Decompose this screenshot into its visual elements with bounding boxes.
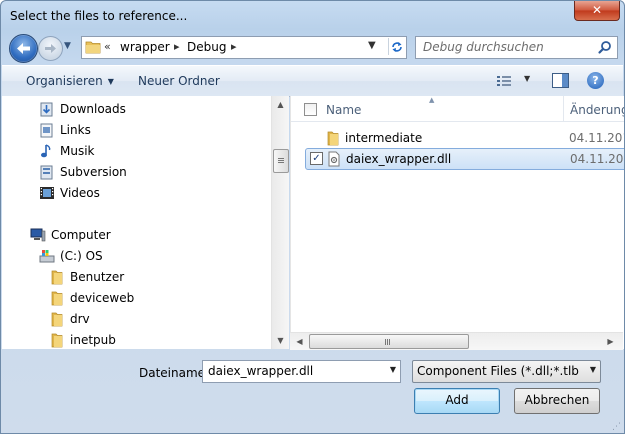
- forward-arrow-icon: [45, 44, 56, 53]
- close-button[interactable]: ✕: [574, 1, 620, 21]
- music-icon: [41, 144, 51, 158]
- folder-icon: [327, 131, 339, 146]
- scroll-left-icon[interactable]: ◀: [291, 333, 308, 350]
- navigation-pane: Downloads Links Musik Subversion Videos …: [2, 96, 289, 349]
- search-input[interactable]: Debug durchsuchen: [423, 40, 544, 54]
- folder-icon: [85, 41, 101, 54]
- file-date: 04.11.2010: [569, 131, 624, 145]
- scroll-down-icon[interactable]: ▼: [272, 332, 289, 349]
- organize-menu[interactable]: Organisieren ▼: [26, 74, 114, 88]
- nav-label: Links: [60, 123, 91, 137]
- folder-icon: [51, 291, 63, 306]
- grip-line: [278, 158, 284, 159]
- refresh-icon: [392, 42, 402, 52]
- chevron-right-icon[interactable]: ▸: [174, 40, 180, 53]
- refresh-button[interactable]: [388, 38, 405, 55]
- column-date[interactable]: Änderung: [570, 103, 624, 117]
- chevron-down-icon: ▼: [107, 77, 114, 86]
- scroll-up-icon[interactable]: ▲: [272, 96, 289, 113]
- file-date: 04.11.2010: [570, 152, 624, 166]
- back-button[interactable]: [9, 34, 38, 63]
- file-row-daiex-wrapper[interactable]: ✓ daiex_wrapper.dll 04.11.2010: [305, 148, 624, 170]
- new-folder-button[interactable]: Neuer Ordner: [138, 74, 220, 88]
- dll-file-icon: [328, 151, 340, 167]
- cancel-button[interactable]: Abbrechen: [514, 388, 600, 414]
- nav-label: drv: [70, 312, 90, 326]
- filename-field[interactable]: daiex_wrapper.dll ▼: [202, 360, 401, 383]
- grip-line: [385, 339, 386, 345]
- file-type-select[interactable]: Component Files (*.dll;*.tlb;*.ol ▼: [412, 360, 601, 383]
- subversion-icon: [40, 165, 53, 180]
- views-button[interactable]: ▼: [496, 74, 532, 88]
- command-bar: Organisieren ▼ Neuer Ordner ▼ ?: [2, 65, 623, 97]
- organize-label: Organisieren: [26, 74, 103, 88]
- file-list: ▲ Name Änderung intermediate 04.11.2010 …: [290, 96, 624, 349]
- column-header: ▲ Name Änderung: [291, 96, 624, 122]
- grip-line: [387, 339, 388, 345]
- nav-label: deviceweb: [70, 291, 135, 305]
- nav-label: Downloads: [60, 102, 126, 116]
- address-dropdown-icon[interactable]: ▼: [368, 40, 376, 51]
- dialog-footer: Dateiname: daiex_wrapper.dll ▼ Component…: [1, 350, 624, 433]
- filename-value[interactable]: daiex_wrapper.dll: [208, 364, 313, 378]
- file-name: intermediate: [345, 131, 423, 145]
- file-name: daiex_wrapper.dll: [346, 152, 452, 166]
- breadcrumb-wrapper[interactable]: wrapper: [120, 40, 170, 54]
- drive-icon: [39, 250, 55, 263]
- sort-ascending-icon: ▲: [429, 96, 435, 104]
- file-list-scrollbar[interactable]: ◀ ▶: [290, 332, 623, 350]
- scrollbar-thumb[interactable]: [273, 149, 289, 173]
- breadcrumb-debug[interactable]: Debug: [187, 40, 226, 54]
- resize-grip-icon[interactable]: ⋰: [612, 422, 622, 432]
- address-bar[interactable]: « wrapper ▸ Debug ▸ ▼: [81, 36, 407, 59]
- videos-icon: [40, 187, 54, 199]
- folder-icon: [51, 333, 63, 348]
- window-title: Select the files to reference...: [10, 9, 188, 23]
- grip-line: [278, 160, 284, 161]
- downloads-icon: [40, 102, 53, 117]
- column-name[interactable]: Name: [326, 103, 361, 117]
- preview-pane-icon[interactable]: [552, 73, 569, 88]
- nav-label: Musik: [60, 144, 95, 158]
- list-view-icon: [497, 76, 511, 86]
- chevron-right-icon[interactable]: ▸: [231, 40, 237, 53]
- add-button[interactable]: Add: [414, 388, 500, 414]
- folder-icon: [51, 270, 63, 285]
- links-icon: [40, 123, 53, 138]
- file-dialog-window: Select the files to reference... ✕ ▼ « w…: [0, 0, 625, 434]
- row-checkbox[interactable]: ✓: [310, 152, 323, 165]
- navigation-scrollbar[interactable]: ▲ ▼: [271, 96, 289, 349]
- chevron-down-icon: ▼: [524, 74, 531, 83]
- nav-label: inetpub: [70, 333, 116, 347]
- folder-icon: [51, 312, 63, 327]
- navigation-bar: ▼ « wrapper ▸ Debug ▸ ▼ Debug durchsuche…: [1, 31, 624, 63]
- nav-label: Benutzer: [70, 270, 125, 284]
- back-arrow-icon: [17, 43, 30, 54]
- nav-label: Computer: [51, 228, 111, 242]
- scrollbar-thumb[interactable]: [309, 334, 469, 349]
- nav-label: (C:) OS: [60, 249, 103, 263]
- grip-line: [278, 162, 284, 163]
- file-row-intermediate[interactable]: intermediate 04.11.2010: [305, 128, 624, 148]
- forward-button[interactable]: [38, 36, 63, 61]
- nav-label: Subversion: [60, 165, 127, 179]
- title-bar: Select the files to reference... ✕: [1, 1, 624, 31]
- grip-line: [389, 339, 390, 345]
- history-dropdown-icon[interactable]: ▼: [64, 41, 74, 51]
- nav-label: Videos: [60, 186, 100, 200]
- chevron-down-icon[interactable]: ▼: [590, 365, 596, 374]
- select-all-checkbox[interactable]: [304, 103, 317, 116]
- computer-icon: [30, 228, 46, 242]
- column-divider[interactable]: [563, 96, 564, 121]
- scroll-right-icon[interactable]: ▶: [602, 333, 619, 350]
- address-overflow[interactable]: «: [104, 40, 111, 53]
- search-icon[interactable]: [597, 40, 613, 56]
- filename-label: Dateiname:: [139, 366, 210, 380]
- file-type-value: Component Files (*.dll;*.tlb;*.ol: [417, 364, 579, 378]
- help-button[interactable]: ?: [587, 72, 604, 89]
- chevron-down-icon[interactable]: ▼: [390, 365, 396, 374]
- search-box[interactable]: Debug durchsuchen: [415, 36, 618, 59]
